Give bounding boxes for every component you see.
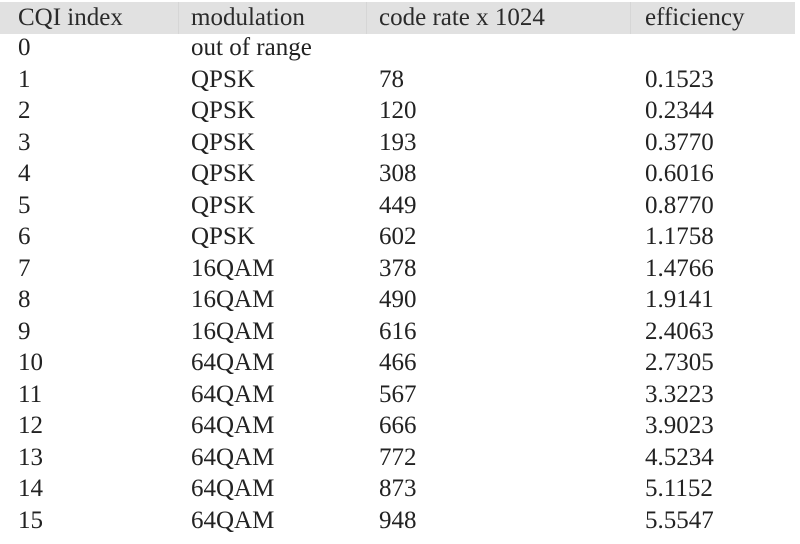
- cell-efficiency: 1.1758: [645, 223, 714, 250]
- cell-efficiency: 2.4063: [645, 317, 714, 345]
- table-row: 4 QPSK 308 0.6016: [0, 160, 800, 192]
- cell-modulation: QPSK: [191, 191, 255, 219]
- cell-efficiency: 0.3770: [645, 128, 714, 156]
- cell-cqi-index: 1: [18, 65, 31, 93]
- cell-cqi-index: 9: [18, 317, 31, 345]
- cell-modulation: QPSK: [191, 223, 255, 250]
- cell-efficiency: 0.8770: [645, 191, 714, 219]
- cell-cqi-index: 0: [18, 34, 31, 61]
- table-row: 2 QPSK 120 0.2344: [0, 97, 800, 129]
- cell-code-rate: 378: [379, 254, 417, 282]
- table-body: 0 out of range 1 QPSK 78 0.1523 2 QPSK 120 0.2344…: [0, 34, 800, 538]
- cell-modulation: 64QAM: [191, 412, 275, 439]
- cell-efficiency: 3.9023: [645, 412, 714, 439]
- cell-efficiency: 4.5234: [645, 443, 714, 471]
- cell-code-rate: 193: [379, 128, 417, 156]
- cell-modulation: QPSK: [191, 160, 255, 187]
- cell-efficiency: 5.5547: [645, 506, 714, 534]
- cell-code-rate: 567: [379, 380, 417, 408]
- cell-modulation: 64QAM: [191, 349, 275, 376]
- cell-code-rate: 602: [379, 223, 417, 250]
- table-row: 15 64QAM 948 5.5547: [0, 507, 800, 539]
- cell-cqi-index: 3: [18, 128, 31, 156]
- cell-modulation: out of range: [191, 34, 312, 61]
- cell-efficiency: 0.1523: [645, 65, 714, 93]
- cell-cqi-index: 8: [18, 286, 31, 313]
- cell-efficiency: 1.9141: [645, 286, 714, 313]
- cell-modulation: QPSK: [191, 97, 255, 124]
- table-row: 9 16QAM 616 2.4063: [0, 318, 800, 350]
- cell-modulation: 16QAM: [191, 254, 275, 282]
- column-separator: [630, 2, 631, 34]
- table-row: 7 16QAM 378 1.4766: [0, 255, 800, 287]
- cell-cqi-index: 5: [18, 191, 31, 219]
- cell-efficiency: 0.2344: [645, 97, 714, 124]
- cell-modulation: 64QAM: [191, 380, 275, 408]
- cell-code-rate: 666: [379, 412, 417, 439]
- cell-code-rate: 308: [379, 160, 417, 187]
- table-row: 12 64QAM 666 3.9023: [0, 412, 800, 444]
- column-separator: [366, 2, 367, 34]
- header-cqi-index: CQI index: [18, 4, 123, 31]
- table-row: 0 out of range: [0, 34, 800, 66]
- cell-cqi-index: 15: [18, 506, 43, 534]
- cell-efficiency: 1.4766: [645, 254, 714, 282]
- cell-cqi-index: 12: [18, 412, 43, 439]
- table-row: 13 64QAM 772 4.5234: [0, 444, 800, 476]
- cell-cqi-index: 13: [18, 443, 43, 471]
- cell-code-rate: 873: [379, 475, 417, 502]
- column-separator: [178, 2, 179, 34]
- cell-code-rate: 772: [379, 443, 417, 471]
- table-row: 10 64QAM 466 2.7305: [0, 349, 800, 381]
- cell-efficiency: 5.1152: [645, 475, 713, 502]
- cell-cqi-index: 14: [18, 475, 43, 502]
- header-modulation: modulation: [191, 4, 305, 31]
- cell-code-rate: 490: [379, 286, 417, 313]
- cell-code-rate: 449: [379, 191, 417, 219]
- table-row: 11 64QAM 567 3.3223: [0, 381, 800, 413]
- table-row: 14 64QAM 873 5.1152: [0, 475, 800, 507]
- cell-efficiency: 0.6016: [645, 160, 714, 187]
- cell-modulation: 64QAM: [191, 475, 275, 502]
- table-header: CQI index modulation code rate x 1024 ef…: [0, 2, 795, 34]
- table-row: 1 QPSK 78 0.1523: [0, 66, 800, 98]
- cell-modulation: QPSK: [191, 65, 255, 93]
- table-row: 8 16QAM 490 1.9141: [0, 286, 800, 318]
- cell-cqi-index: 7: [18, 254, 31, 282]
- cell-code-rate: 120: [379, 97, 417, 124]
- cell-modulation: 16QAM: [191, 317, 275, 345]
- cell-code-rate: 948: [379, 506, 417, 534]
- cell-modulation: 64QAM: [191, 443, 275, 471]
- cell-code-rate: 78: [379, 65, 404, 93]
- cqi-table: CQI index modulation code rate x 1024 ef…: [0, 2, 800, 538]
- table-row: 5 QPSK 449 0.8770: [0, 192, 800, 224]
- header-code-rate: code rate x 1024: [379, 4, 545, 31]
- cell-modulation: 16QAM: [191, 286, 275, 313]
- cell-cqi-index: 6: [18, 223, 31, 250]
- header-efficiency: efficiency: [645, 4, 745, 31]
- cell-modulation: QPSK: [191, 128, 255, 156]
- cell-cqi-index: 11: [18, 380, 43, 408]
- table-row: 3 QPSK 193 0.3770: [0, 129, 800, 161]
- cell-efficiency: 2.7305: [645, 349, 714, 376]
- cell-efficiency: 3.3223: [645, 380, 714, 408]
- cell-cqi-index: 10: [18, 349, 43, 376]
- cell-cqi-index: 2: [18, 97, 31, 124]
- table-row: 6 QPSK 602 1.1758: [0, 223, 800, 255]
- cell-code-rate: 466: [379, 349, 417, 376]
- cell-code-rate: 616: [379, 317, 417, 345]
- cell-cqi-index: 4: [18, 160, 31, 187]
- cell-modulation: 64QAM: [191, 506, 275, 534]
